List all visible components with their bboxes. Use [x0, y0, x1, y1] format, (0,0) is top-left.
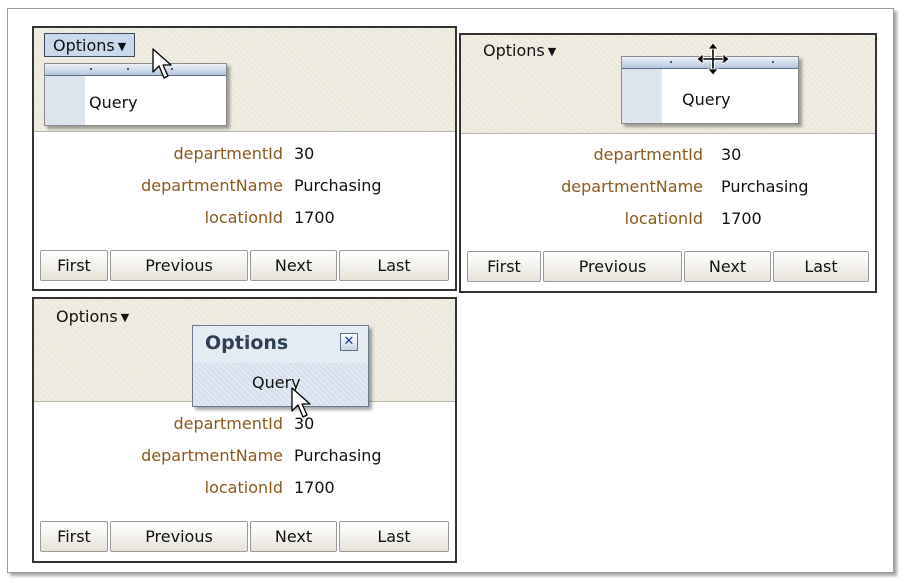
field-value: 30 [294, 414, 315, 433]
first-button[interactable]: First [467, 251, 541, 282]
caret-down-icon: ▼ [547, 45, 557, 58]
field-value: 1700 [294, 208, 335, 227]
options-label: Options [53, 36, 115, 55]
field-row: departmentId 30 [34, 138, 455, 170]
field-label: locationId [204, 208, 283, 227]
field-row: locationId 1700 [34, 202, 455, 234]
field-value: Purchasing [294, 176, 382, 195]
first-button[interactable]: First [40, 250, 108, 281]
first-button[interactable]: First [40, 521, 108, 552]
options-dialog: Options ✕ Query [192, 325, 369, 407]
field-label: locationId [204, 478, 283, 497]
field-row: departmentName Purchasing [461, 171, 875, 203]
menu-item-query[interactable]: Query [89, 93, 138, 112]
field-value: 1700 [721, 209, 762, 228]
field-row: departmentName Purchasing [34, 440, 455, 472]
dropdown-icon-strip [622, 69, 662, 123]
dropdown-icon-strip [45, 76, 85, 125]
next-button[interactable]: Next [684, 251, 771, 282]
field-row: departmentName Purchasing [34, 170, 455, 202]
options-menu-button[interactable]: Options ▼ [44, 33, 136, 57]
close-icon[interactable]: ✕ [340, 333, 358, 351]
caret-down-icon: ▼ [117, 40, 127, 53]
caret-down-icon: ▼ [120, 311, 130, 324]
field-row: locationId 1700 [461, 203, 875, 235]
navigation-buttons: First Previous Next Last [467, 251, 869, 283]
field-row: departmentId 30 [461, 139, 875, 171]
menu-item-query[interactable]: Query [682, 90, 731, 109]
dropdown-tearoff-bar[interactable] [45, 64, 226, 76]
field-label: locationId [624, 209, 703, 228]
field-label: departmentId [593, 145, 703, 164]
options-label: Options [56, 307, 118, 326]
options-label: Options [483, 41, 545, 60]
navigation-buttons: First Previous Next Last [40, 250, 449, 282]
field-value: Purchasing [294, 446, 382, 465]
field-label: departmentName [141, 446, 283, 465]
last-button[interactable]: Last [339, 521, 449, 552]
dialog-title: Options [205, 332, 289, 354]
field-label: departmentName [141, 176, 283, 195]
move-cursor-icon [696, 42, 730, 76]
options-menu-button[interactable]: Options ▼ [56, 307, 129, 326]
field-value: 30 [294, 144, 315, 163]
panel-menu-open: Options ▼ Query departmentId 30 departmen… [32, 26, 457, 291]
panel-menu-dialog: Options ▼ Options ✕ Query departmentId 30… [32, 297, 457, 563]
previous-button[interactable]: Previous [110, 521, 248, 552]
dialog-body: Query [193, 363, 368, 406]
field-row: locationId 1700 [34, 472, 455, 504]
navigation-buttons: First Previous Next Last [40, 521, 449, 553]
field-value: Purchasing [721, 177, 809, 196]
previous-button[interactable]: Previous [543, 251, 682, 282]
previous-button[interactable]: Previous [110, 250, 248, 281]
last-button[interactable]: Last [339, 250, 449, 281]
field-label: departmentName [561, 177, 703, 196]
field-label: departmentId [173, 144, 283, 163]
field-value: 1700 [294, 478, 335, 497]
field-value: 30 [721, 145, 742, 164]
screenshot-frame: Options ▼ Query departmentId 30 departmen… [7, 8, 894, 573]
last-button[interactable]: Last [773, 251, 869, 282]
field-label: departmentId [173, 414, 283, 433]
options-menu-button[interactable]: Options ▼ [483, 41, 556, 60]
next-button[interactable]: Next [250, 250, 337, 281]
next-button[interactable]: Next [250, 521, 337, 552]
panel-menu-tearoff: Options ▼ Query departmentId 30 departmen… [459, 33, 877, 293]
field-row: departmentId 30 [34, 408, 455, 440]
options-dropdown-menu: Query [44, 63, 227, 126]
arrow-cursor-icon [152, 48, 172, 79]
